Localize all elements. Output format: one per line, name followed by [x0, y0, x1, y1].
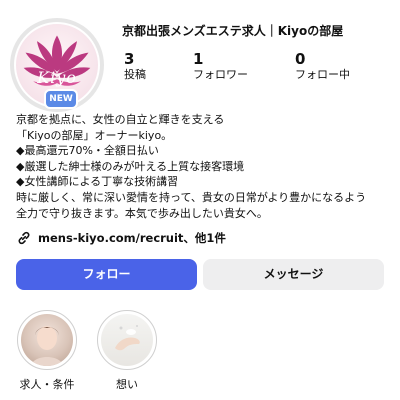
bio-line: 「Kiyoの部屋」オーナーkiyo。: [16, 128, 173, 142]
link-icon: [18, 231, 30, 245]
hand-image: [101, 314, 153, 366]
highlight-recruit[interactable]: 求人・条件: [14, 310, 80, 392]
profile-bio: 京都を拠点に、女性の自立と輝きを支える 「Kiyoの部屋」オーナーkiyo。 ◆…: [16, 112, 391, 221]
following-count: 0: [295, 50, 306, 68]
profile-link[interactable]: mens-kiyo.com/recruit、他1件: [16, 230, 226, 246]
bio-line: 時に厳しく、常に深い愛情を持って、貴女の日常がより豊かになるよう: [16, 190, 367, 204]
stat-posts[interactable]: 3 投稿: [124, 50, 146, 82]
woman-portrait-image: [21, 314, 73, 366]
highlight-label: 想い: [116, 378, 138, 391]
followers-label: フォロワー: [193, 68, 248, 81]
new-badge: NEW: [44, 89, 78, 109]
message-button[interactable]: メッセージ: [203, 259, 384, 290]
bio-line: 京都を拠点に、女性の自立と輝きを支える: [16, 113, 225, 126]
stat-followers[interactable]: 1 フォロワー: [193, 50, 248, 82]
posts-count: 3: [124, 50, 135, 68]
highlight-ring: [17, 310, 77, 370]
stat-following[interactable]: 0 フォロー中: [295, 50, 350, 82]
bio-line: ◆女性講師による丁寧な技術講習: [16, 175, 179, 189]
link-text: mens-kiyo.com/recruit、他1件: [38, 231, 226, 245]
logo-text: Kiyo: [37, 68, 77, 87]
highlight-label: 求人・条件: [19, 378, 75, 391]
posts-label: 投稿: [124, 68, 146, 81]
bio-line: ◆厳選した紳士様のみが叶える上質な接客環境: [16, 159, 245, 173]
bio-line: ◆最高還元70%・全額日払い: [16, 144, 159, 158]
highlight-ring: [97, 310, 157, 370]
following-label: フォロー中: [295, 68, 350, 81]
follow-button[interactable]: フォロー: [16, 259, 197, 290]
bio-line: 全力で守り抜きます。本気で歩み出したい貴女へ。: [16, 206, 268, 220]
profile-username: 京都出張メンズエステ求人｜Kiyoの部屋: [122, 24, 344, 38]
highlight-thoughts[interactable]: 想い: [94, 310, 160, 392]
followers-count: 1: [193, 50, 204, 68]
